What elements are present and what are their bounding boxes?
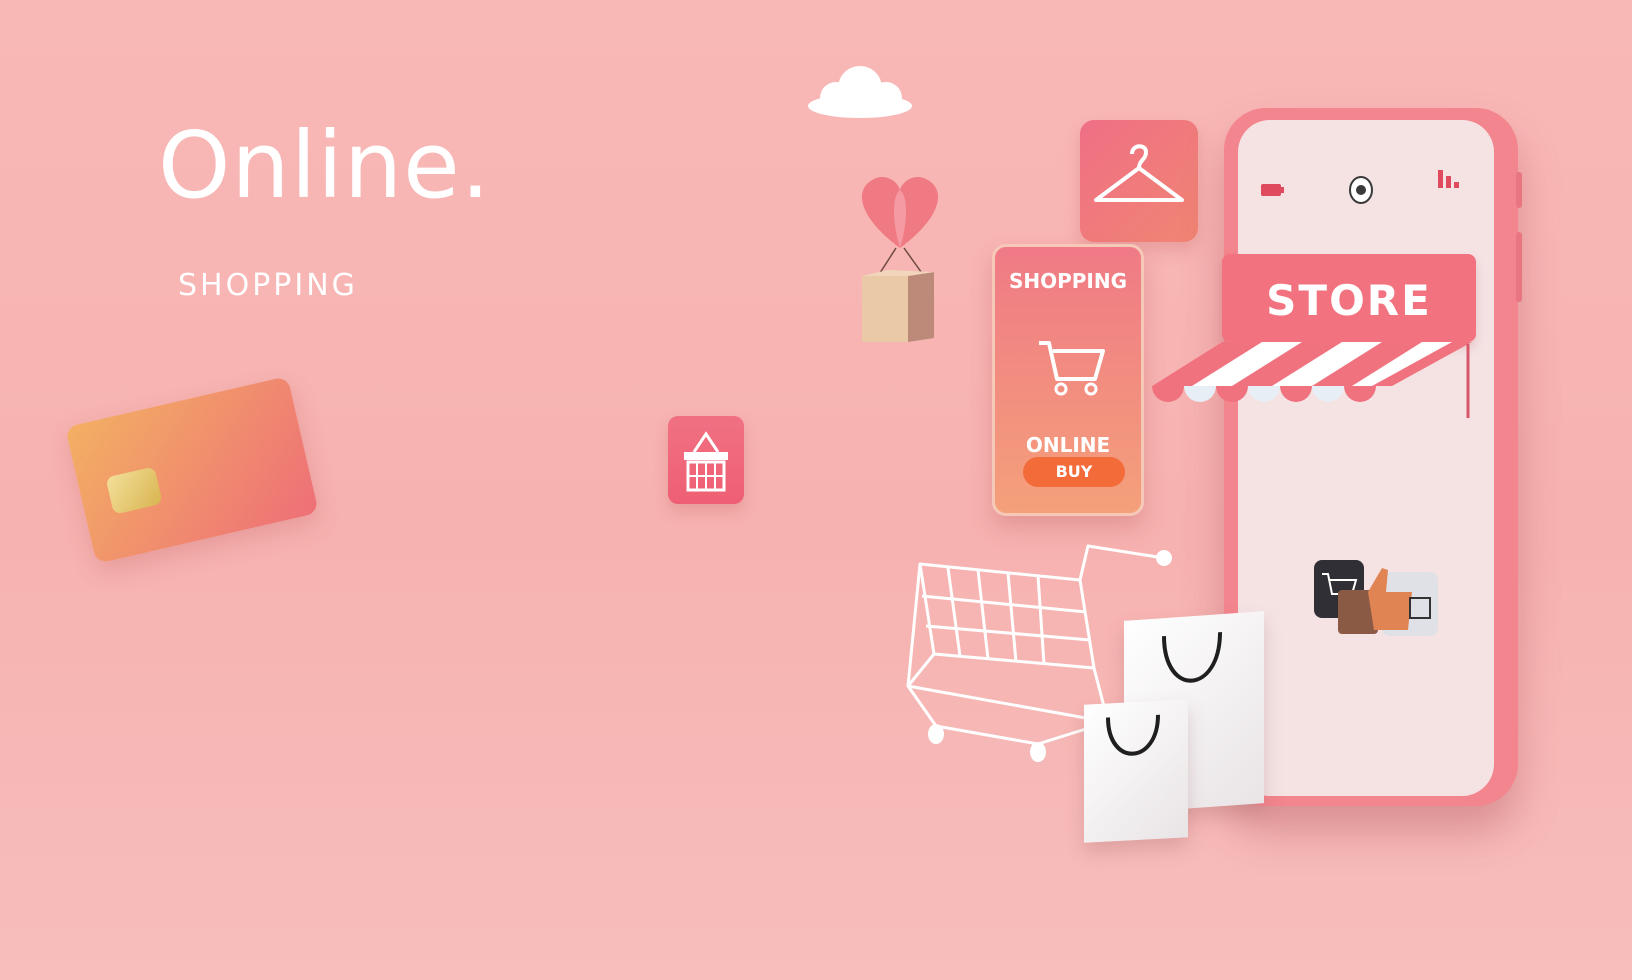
signal-icon — [1438, 170, 1459, 188]
app-icons-cluster[interactable] — [1312, 558, 1442, 644]
hanger-tile[interactable] — [1080, 120, 1198, 242]
store-awning — [1152, 342, 1472, 418]
headline-title: Online. — [158, 112, 491, 219]
camera-icon — [1349, 176, 1373, 204]
battery-icon — [1261, 184, 1284, 196]
shopping-bag-icon — [1084, 699, 1188, 843]
heart-balloon-icon — [861, 177, 939, 342]
promo-online-label: ONLINE — [1025, 433, 1111, 457]
bag-handle-icon — [1162, 632, 1222, 683]
promo-title: SHOPPING — [1008, 269, 1128, 293]
buy-button[interactable]: BUY — [1023, 457, 1125, 487]
headline-subtitle: SHOPPING — [178, 268, 358, 303]
promo-card[interactable]: SHOPPING ONLINE BUY — [992, 244, 1144, 516]
store-sign-label: STORE — [1266, 276, 1432, 325]
shopping-cart-icon — [1039, 341, 1105, 396]
basket-tile[interactable] — [668, 416, 744, 504]
store-sign[interactable]: STORE — [1222, 254, 1476, 342]
cloud-icon — [808, 66, 912, 118]
phone-volume-button — [1516, 232, 1522, 302]
phone-side-button — [1516, 172, 1522, 208]
hanger-icon — [1094, 144, 1184, 202]
credit-card-icon — [65, 376, 319, 564]
card-chip-icon — [105, 466, 163, 515]
phone-screen — [1238, 120, 1494, 796]
bag-handle-icon — [1106, 714, 1160, 756]
smartphone — [1224, 108, 1522, 806]
basket-icon — [684, 431, 728, 492]
